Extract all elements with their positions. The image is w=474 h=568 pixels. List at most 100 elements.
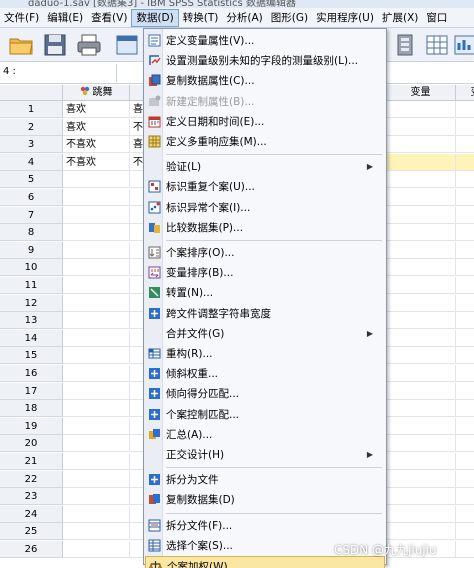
grid-cell[interactable] bbox=[456, 312, 474, 330]
row-header[interactable]: 4 bbox=[0, 153, 63, 171]
print-icon[interactable] bbox=[76, 32, 102, 58]
grid-cell[interactable] bbox=[386, 153, 456, 171]
grid-cell[interactable] bbox=[63, 505, 130, 523]
grid-cell[interactable]: 喜欢 bbox=[63, 101, 130, 118]
row-header[interactable]: 16 bbox=[0, 365, 63, 382]
menu-extensions[interactable]: 扩展(X) bbox=[378, 9, 422, 27]
grid-cell[interactable] bbox=[386, 435, 456, 453]
grid-cell[interactable] bbox=[456, 207, 474, 224]
grid-cell[interactable] bbox=[386, 206, 456, 224]
row-header[interactable]: 18 bbox=[0, 400, 63, 418]
row-header[interactable]: 8 bbox=[0, 224, 63, 242]
grid-cell[interactable] bbox=[386, 488, 456, 506]
grid-cell[interactable] bbox=[456, 383, 474, 400]
grid-cell[interactable] bbox=[63, 435, 130, 453]
data-menu-item-custom-attribute[interactable]: 新建定制属性(B)... bbox=[145, 92, 385, 112]
grid-cell[interactable] bbox=[386, 453, 456, 470]
menu-window[interactable]: 窗口 bbox=[422, 9, 451, 27]
grid-cell[interactable] bbox=[63, 400, 130, 418]
data-menu-item-split-to-files[interactable]: 拆分为文件 bbox=[145, 470, 385, 490]
data-menu-item-sort-cases[interactable]: 个案排序(O)... bbox=[145, 243, 385, 263]
grid-cell[interactable] bbox=[63, 189, 130, 206]
grid-cell[interactable] bbox=[456, 242, 474, 259]
row-header[interactable]: 10 bbox=[0, 259, 63, 277]
dialog-recall-icon[interactable] bbox=[114, 32, 140, 58]
grid-cell[interactable] bbox=[63, 453, 130, 470]
grid-cell[interactable] bbox=[456, 153, 474, 171]
grid-cell[interactable] bbox=[386, 505, 456, 523]
grid-cell[interactable] bbox=[63, 312, 130, 330]
row-header[interactable]: 3 bbox=[0, 136, 63, 154]
data-menu-item-submenu-22[interactable]: 正交设计(H) ▶ bbox=[145, 445, 385, 465]
grid-cell[interactable] bbox=[456, 277, 474, 294]
row-header[interactable]: 2 bbox=[0, 118, 63, 136]
column-header-tiaowu[interactable]: 跳舞 bbox=[63, 85, 130, 101]
row-header[interactable]: 14 bbox=[0, 329, 63, 347]
data-menu-item-case-control[interactable]: 个案控制匹配... bbox=[145, 405, 385, 425]
data-menu-item-measure-level[interactable]: 设置测量级别未知的字段的测量级别(L)... bbox=[145, 51, 385, 71]
data-menu-item-copy-properties[interactable]: 复制数据属性(C)... bbox=[145, 71, 385, 91]
data-menu-item-submenu-16[interactable]: 合并文件(G) ▶ bbox=[145, 324, 385, 344]
grid-cell[interactable] bbox=[456, 259, 474, 277]
grid-cell[interactable] bbox=[386, 365, 456, 382]
row-header[interactable]: 22 bbox=[0, 470, 63, 488]
row-header[interactable]: 1 bbox=[0, 101, 63, 118]
grid-cell[interactable] bbox=[386, 171, 456, 189]
grid-cell[interactable]: 不喜欢 bbox=[63, 153, 130, 171]
grid-cell[interactable] bbox=[456, 418, 474, 435]
data-menu-item-restructure[interactable]: 重构(R)... bbox=[145, 344, 385, 364]
grid-cell[interactable] bbox=[386, 189, 456, 206]
grid-cell[interactable] bbox=[456, 523, 474, 541]
data-menu-item-transpose[interactable]: 转置(N)... bbox=[145, 283, 385, 303]
grid-cell[interactable] bbox=[456, 136, 474, 154]
grid-cell[interactable] bbox=[63, 241, 130, 259]
grid-cell[interactable] bbox=[63, 382, 130, 400]
data-menu-item-calendar[interactable]: 定义日期和时间(E)... bbox=[145, 112, 385, 132]
grid-cell[interactable] bbox=[63, 541, 130, 558]
data-menu-item-multiple-response[interactable]: 定义多重响应集(M)... bbox=[145, 132, 385, 152]
grid-cell[interactable] bbox=[456, 347, 474, 365]
row-header[interactable]: 9 bbox=[0, 241, 63, 259]
grid-cell[interactable] bbox=[63, 329, 130, 347]
grid-cell[interactable] bbox=[386, 470, 456, 488]
row-header[interactable]: 20 bbox=[0, 435, 63, 453]
row-header[interactable]: 13 bbox=[0, 312, 63, 330]
grid-cell[interactable] bbox=[386, 259, 456, 277]
row-header[interactable]: 24 bbox=[0, 505, 63, 523]
menu-file[interactable]: 文件(F) bbox=[0, 9, 43, 27]
grid-cell[interactable] bbox=[386, 118, 456, 136]
column-header-var-2[interactable]: 变 bbox=[456, 85, 474, 101]
grid-cell[interactable] bbox=[386, 312, 456, 330]
data-menu-item-string-width[interactable]: 跨文件调整字符串宽度 bbox=[145, 304, 385, 324]
data-menu-item-duplicate-cases[interactable]: 标识重复个案(U)... bbox=[145, 177, 385, 197]
grid-cell[interactable] bbox=[386, 347, 456, 365]
menu-utilities[interactable]: 实用程序(U) bbox=[312, 9, 378, 27]
save-icon[interactable] bbox=[42, 32, 68, 58]
column-header-var[interactable]: 变量 bbox=[386, 85, 456, 101]
data-menu-item-split-file[interactable]: 拆分文件(F)... bbox=[145, 516, 385, 536]
grid-cell[interactable] bbox=[63, 224, 130, 242]
row-header[interactable]: 15 bbox=[0, 347, 63, 365]
grid-cell[interactable] bbox=[456, 224, 474, 242]
menu-analyze[interactable]: 分析(A) bbox=[222, 9, 266, 27]
grid-cell[interactable] bbox=[63, 277, 130, 294]
row-header[interactable]: 25 bbox=[0, 523, 63, 541]
grid-cell[interactable] bbox=[456, 506, 474, 523]
row-header[interactable]: 6 bbox=[0, 189, 63, 206]
row-header[interactable]: 11 bbox=[0, 277, 63, 294]
grid-cell[interactable] bbox=[386, 294, 456, 312]
menu-transform[interactable]: 转换(T) bbox=[179, 9, 223, 27]
grid-cell[interactable] bbox=[386, 224, 456, 242]
grid-cell[interactable] bbox=[386, 136, 456, 154]
row-header[interactable]: 7 bbox=[0, 206, 63, 224]
grid-cell[interactable] bbox=[386, 417, 456, 435]
grid-cell[interactable] bbox=[63, 259, 130, 277]
menu-graphs[interactable]: 图形(G) bbox=[267, 9, 312, 27]
grid-cell[interactable] bbox=[63, 488, 130, 506]
grid-cell[interactable] bbox=[456, 171, 474, 189]
grid-cell[interactable] bbox=[63, 171, 130, 189]
grid-cell[interactable] bbox=[456, 471, 474, 488]
grid-cell[interactable] bbox=[63, 523, 130, 541]
menu-view[interactable]: 查看(V) bbox=[87, 9, 131, 27]
grid-cell[interactable] bbox=[456, 488, 474, 506]
